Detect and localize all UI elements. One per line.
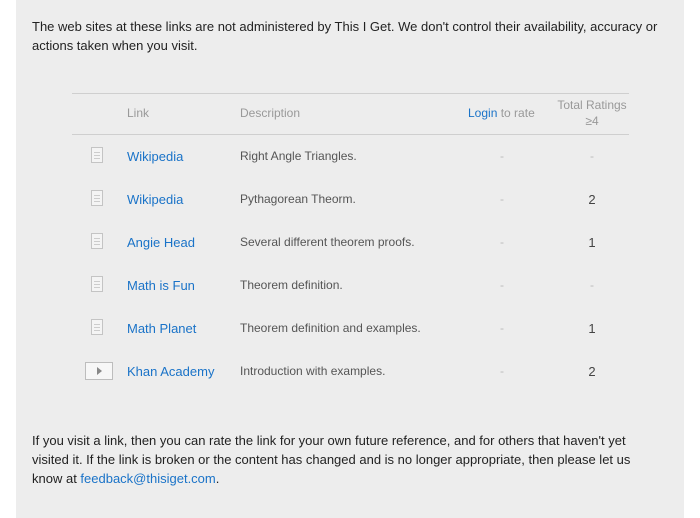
login-link[interactable]: Login (468, 106, 497, 120)
table-row: Wikipedia Pythagorean Theorm. - 2 (72, 178, 629, 221)
column-header-link: Link (127, 106, 150, 120)
rate-cell: - (500, 149, 504, 163)
table-row: Khan Academy Introduction with examples.… (72, 350, 629, 393)
resource-description: Pythagorean Theorm. (240, 192, 356, 206)
total-ratings-cell: 1 (588, 321, 596, 336)
resource-link[interactable]: Math Planet (127, 321, 196, 336)
rating-info-end: . (215, 471, 220, 486)
rate-cell: - (500, 192, 504, 206)
resource-link[interactable]: Khan Academy (127, 364, 214, 379)
table-row: Angie Head Several different theorem pro… (72, 221, 629, 264)
feedback-email-link[interactable]: feedback@thisiget.com (80, 471, 215, 486)
total-ratings-cell: 2 (588, 364, 596, 379)
document-icon (91, 190, 103, 206)
rate-cell: - (500, 321, 504, 335)
resource-link[interactable]: Math is Fun (127, 278, 195, 293)
table-row: Wikipedia Right Angle Triangles. - - (72, 135, 629, 178)
links-table: Link Description Login to rate Total Rat… (72, 93, 629, 393)
column-header-rate: Login to rate (468, 106, 535, 120)
resource-description: Several different theorem proofs. (240, 235, 415, 249)
resource-description: Right Angle Triangles. (240, 149, 357, 163)
total-ratings-cell: 1 (588, 235, 596, 250)
total-ratings-cell: - (590, 278, 594, 292)
column-header-description: Description (240, 106, 301, 120)
resource-description: Theorem definition and examples. (240, 321, 421, 335)
links-panel: The web sites at these links are not adm… (16, 0, 684, 518)
document-icon (91, 276, 103, 292)
rate-cell: - (500, 364, 504, 378)
to-rate-label: to rate (500, 106, 535, 120)
resource-description: Theorem definition. (240, 278, 343, 292)
column-header-total-ratings: Total Ratings ≥4 (557, 98, 627, 128)
document-icon (91, 319, 103, 335)
total-ratings-cell: - (590, 149, 594, 163)
table-header: Link Description Login to rate Total Rat… (72, 93, 629, 135)
rating-info-text: If you visit a link, then you can rate t… (32, 431, 662, 488)
resource-link[interactable]: Wikipedia (127, 192, 183, 207)
resource-link[interactable]: Wikipedia (127, 149, 183, 164)
table-row: Math is Fun Theorem definition. - - (72, 264, 629, 307)
rate-cell: - (500, 278, 504, 292)
video-icon (85, 362, 113, 380)
document-icon (91, 233, 103, 249)
resource-description: Introduction with examples. (240, 364, 386, 378)
document-icon (91, 147, 103, 163)
table-row: Math Planet Theorem definition and examp… (72, 307, 629, 350)
disclaimer-text: The web sites at these links are not adm… (32, 19, 658, 53)
rate-cell: - (500, 235, 504, 249)
resource-link[interactable]: Angie Head (127, 235, 195, 250)
total-ratings-cell: 2 (588, 192, 596, 207)
